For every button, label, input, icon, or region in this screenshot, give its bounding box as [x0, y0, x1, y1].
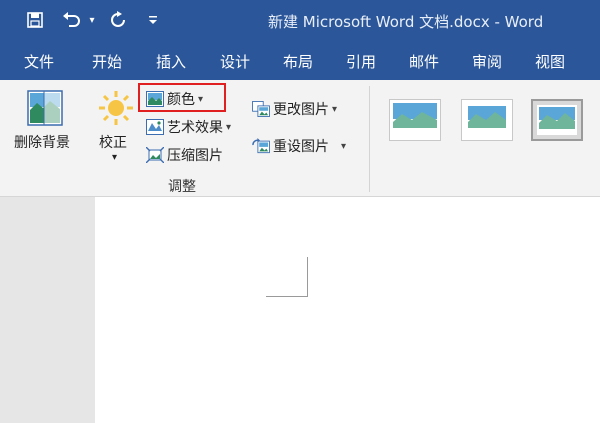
- picture-style-thumbnail-2[interactable]: [461, 99, 513, 141]
- picture-style-image-icon: [465, 103, 509, 137]
- change-picture-label: 更改图片: [273, 102, 329, 118]
- remove-background-icon: [27, 90, 63, 126]
- color-picture-icon: [146, 91, 164, 107]
- chevron-down-icon: ▾: [332, 103, 338, 115]
- compress-icon: [146, 147, 164, 163]
- document-page[interactable]: [95, 197, 600, 423]
- change-picture-icon: [252, 101, 270, 117]
- tab-references[interactable]: 引用: [346, 51, 376, 72]
- tab-design[interactable]: 设计: [220, 51, 250, 72]
- artistic-effects-button[interactable]: 艺术效果 ▾: [146, 117, 231, 137]
- redo-icon[interactable]: [106, 8, 130, 32]
- window-title: 新建 Microsoft Word 文档.docx - Word: [268, 13, 544, 31]
- reset-picture-label: 重设图片: [273, 139, 329, 155]
- undo-icon[interactable]: [60, 8, 84, 32]
- picture-style-image-icon: [393, 103, 437, 137]
- chevron-down-icon: ▾: [198, 93, 204, 105]
- artistic-effects-icon: [146, 119, 164, 135]
- corrections-button[interactable]: 校正 ▾: [94, 86, 138, 168]
- color-button[interactable]: 颜色 ▾: [146, 89, 203, 109]
- chevron-down-icon: ▾: [226, 121, 232, 133]
- tab-layout[interactable]: 布局: [283, 51, 313, 72]
- change-picture-button[interactable]: 更改图片 ▾: [252, 99, 337, 119]
- remove-background-label: 删除背景: [14, 135, 70, 151]
- tab-mailings[interactable]: 邮件: [409, 51, 439, 72]
- reset-picture-icon: [252, 138, 270, 154]
- caret-down-icon[interactable]: ▾: [86, 8, 98, 32]
- group-separator: [369, 86, 370, 192]
- picture-style-thumbnail-1[interactable]: [389, 99, 441, 141]
- remove-background-button[interactable]: 删除背景: [10, 86, 82, 156]
- save-icon[interactable]: [24, 8, 46, 32]
- tab-home[interactable]: 开始: [92, 51, 122, 72]
- ribbon-tabs: 文件 开始 插入 设计 布局 引用 邮件 审阅 视图: [0, 40, 600, 80]
- tab-review[interactable]: 审阅: [472, 51, 502, 72]
- picture-style-thumbnail-3[interactable]: [531, 99, 583, 141]
- margin-corner-mark: [266, 257, 308, 297]
- artistic-effects-label: 艺术效果: [167, 120, 223, 136]
- document-left-margin: [0, 197, 95, 423]
- title-bar: ▾ 新建 Microsoft Word 文档.docx - Word: [0, 0, 600, 40]
- compress-pictures-button[interactable]: 压缩图片: [146, 145, 223, 165]
- picture-style-image-icon: [537, 105, 577, 135]
- chevron-down-icon: ▾: [341, 140, 347, 152]
- tab-view[interactable]: 视图: [535, 51, 565, 72]
- tab-insert[interactable]: 插入: [156, 51, 186, 72]
- color-label: 颜色: [167, 92, 195, 108]
- sun-icon: [99, 91, 133, 125]
- compress-pictures-label: 压缩图片: [167, 148, 223, 164]
- chevron-down-icon: ▾: [112, 152, 118, 163]
- tab-file[interactable]: 文件: [24, 51, 54, 72]
- adjust-group-label: 调整: [168, 179, 196, 195]
- reset-picture-button[interactable]: 重设图片 ▾: [252, 136, 346, 156]
- customize-qat-icon[interactable]: [146, 8, 160, 32]
- corrections-label: 校正: [99, 135, 127, 151]
